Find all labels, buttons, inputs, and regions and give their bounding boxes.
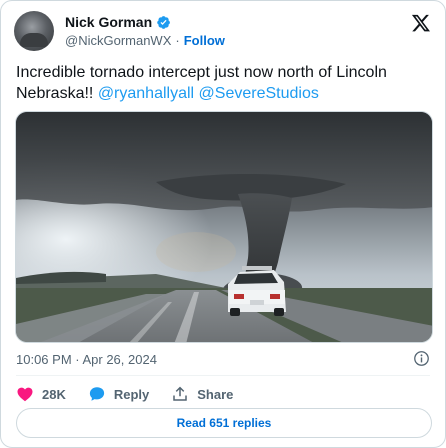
tweet-header: Nick Gorman @NickGormanWX · Follow <box>14 11 433 51</box>
reply-label: Reply <box>113 386 150 402</box>
mention-ryanhallyall[interactable]: @ryanhallyall <box>98 85 194 102</box>
tweet-text: Incredible tornado intercept just now no… <box>16 62 432 104</box>
verified-badge-icon <box>157 15 171 29</box>
heart-icon <box>17 387 33 402</box>
read-replies-button[interactable]: Read 651 replies <box>16 408 432 438</box>
share-label: Share <box>197 386 234 402</box>
author-handle[interactable]: @NickGormanWX <box>65 33 171 48</box>
share-button[interactable]: Share <box>171 384 233 404</box>
like-count: 28K <box>42 386 66 402</box>
share-icon <box>173 386 188 401</box>
x-logo-icon[interactable] <box>411 13 431 33</box>
author-name-row: Nick Gorman <box>65 14 171 30</box>
tornado-photo <box>16 112 432 342</box>
reply-button[interactable]: Reply <box>88 384 149 404</box>
handle-row: @NickGormanWX · Follow <box>65 33 225 48</box>
info-icon[interactable] <box>413 350 430 367</box>
tweet-timestamp[interactable]: 10:06 PM · Apr 26, 2024 <box>16 352 157 367</box>
separator-dot: · <box>175 33 180 48</box>
tweet-embed-card: Nick Gorman @NickGormanWX · Follow Incre… <box>0 0 446 448</box>
mention-severestudios[interactable]: @SevereStudios <box>199 85 319 102</box>
reply-bubble-icon <box>89 387 104 401</box>
author-name[interactable]: Nick Gorman <box>65 14 152 30</box>
author-avatar[interactable] <box>14 11 54 51</box>
like-button[interactable]: 28K <box>16 384 66 404</box>
divider <box>16 375 430 376</box>
follow-link[interactable]: Follow <box>184 33 225 48</box>
tweet-media-image[interactable] <box>15 111 433 343</box>
tweet-actions: 28K Reply Share <box>16 384 255 404</box>
